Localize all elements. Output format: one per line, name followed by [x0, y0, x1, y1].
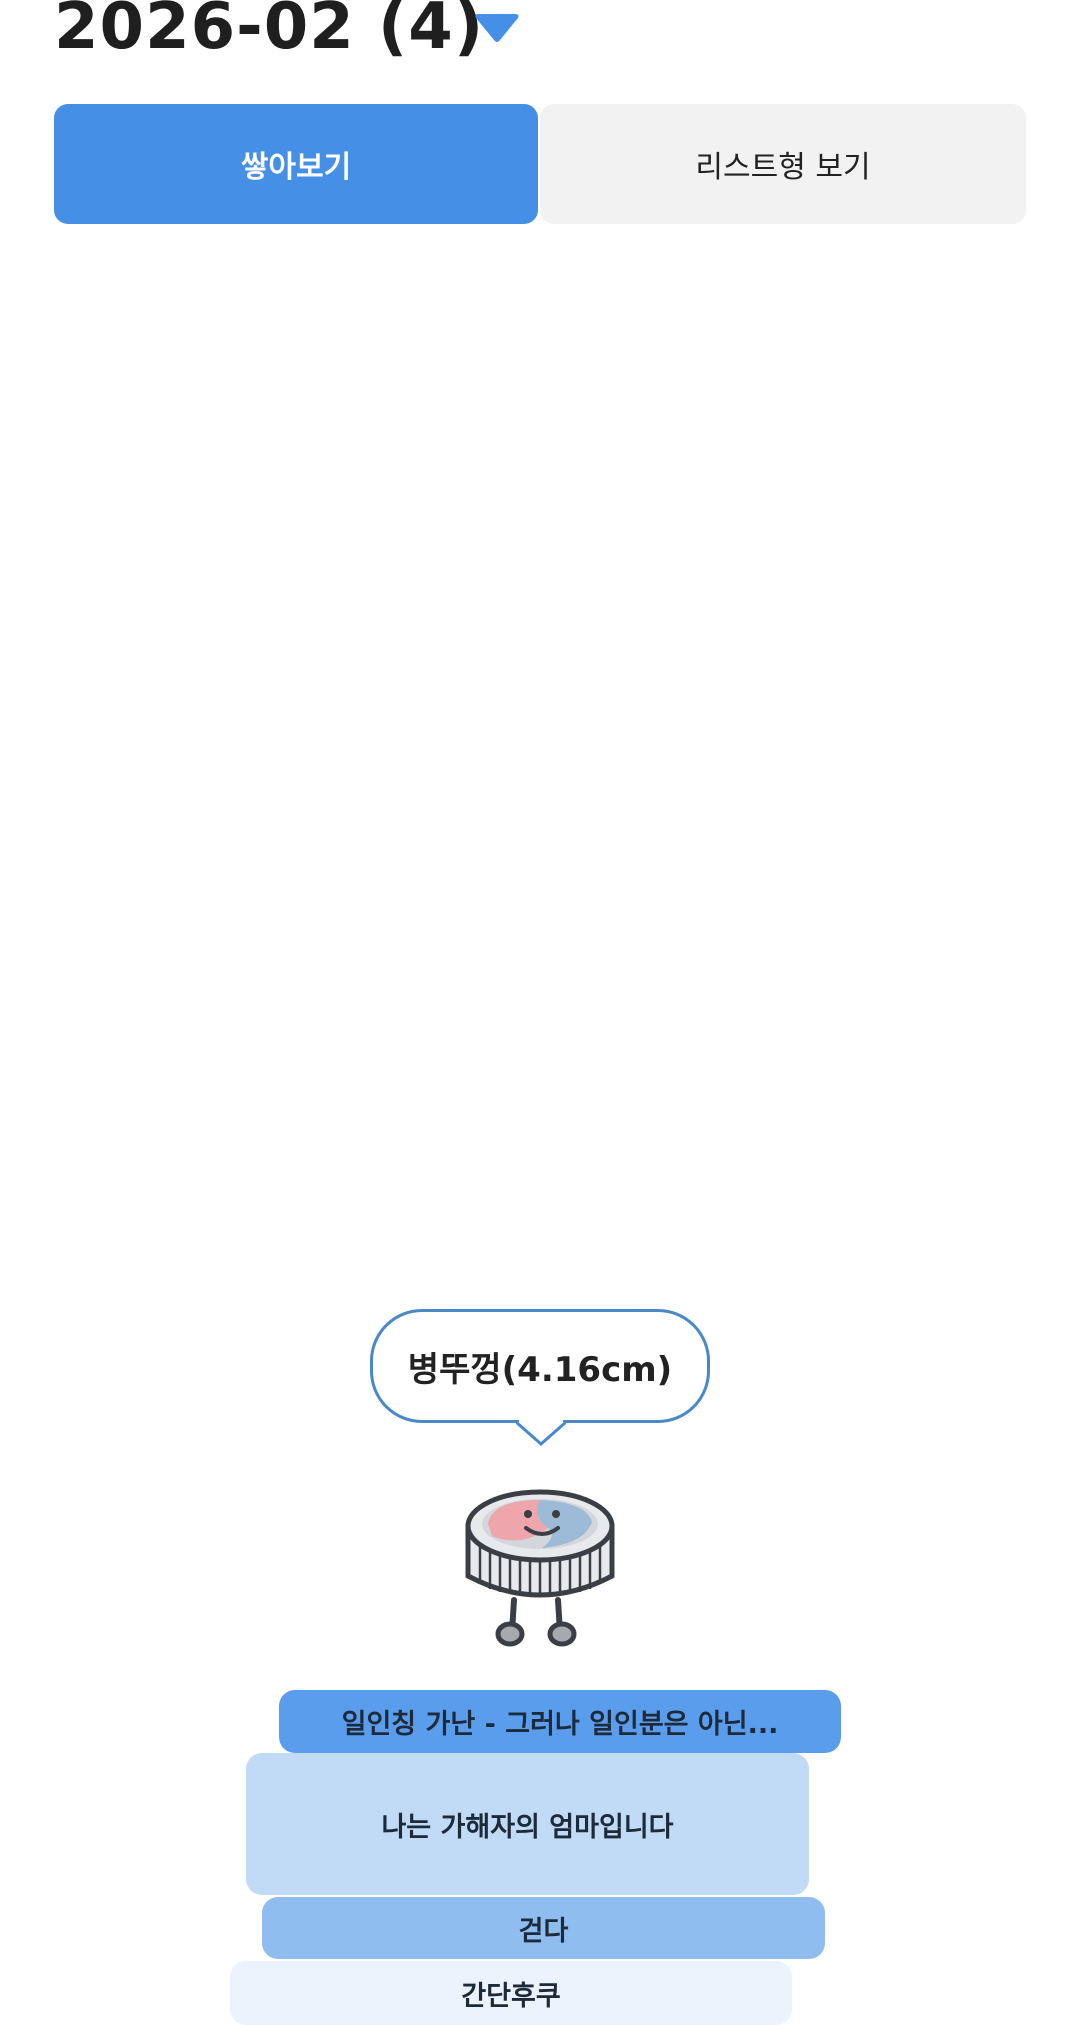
bubble-tail [516, 1420, 566, 1446]
book-spine[interactable]: 일인칭 가난 - 그러나 일인분은 아닌... [279, 1690, 841, 1753]
book-title: 간단후쿠 [461, 1980, 561, 2012]
stack-height-bubble: 병뚜껑(4.16cm) [370, 1309, 710, 1423]
triangle-down-icon[interactable] [472, 12, 522, 46]
stack-height-label: 병뚜껑(4.16cm) [407, 1349, 673, 1390]
list-view-tab[interactable]: 리스트형 보기 [540, 104, 1026, 224]
bottle-cap-mascot-icon [465, 1489, 615, 1647]
book-spine[interactable]: 나는 가해자의 엄마입니다 [246, 1753, 809, 1895]
book-title: 걷다 [518, 1915, 569, 1947]
book-title: 나는 가해자의 엄마입니다 [381, 1811, 674, 1843]
list-view-label: 리스트형 보기 [695, 150, 871, 185]
page-title: 2026-02 (4) [54, 0, 485, 64]
book-spine[interactable]: 간단후쿠 [230, 1961, 792, 2025]
book-spine[interactable]: 걷다 [262, 1897, 825, 1959]
stack-view-tab[interactable]: 쌓아보기 [54, 104, 538, 224]
book-title: 일인칭 가난 - 그러나 일인분은 아닌... [341, 1709, 779, 1740]
stack-view-label: 쌓아보기 [240, 150, 352, 185]
